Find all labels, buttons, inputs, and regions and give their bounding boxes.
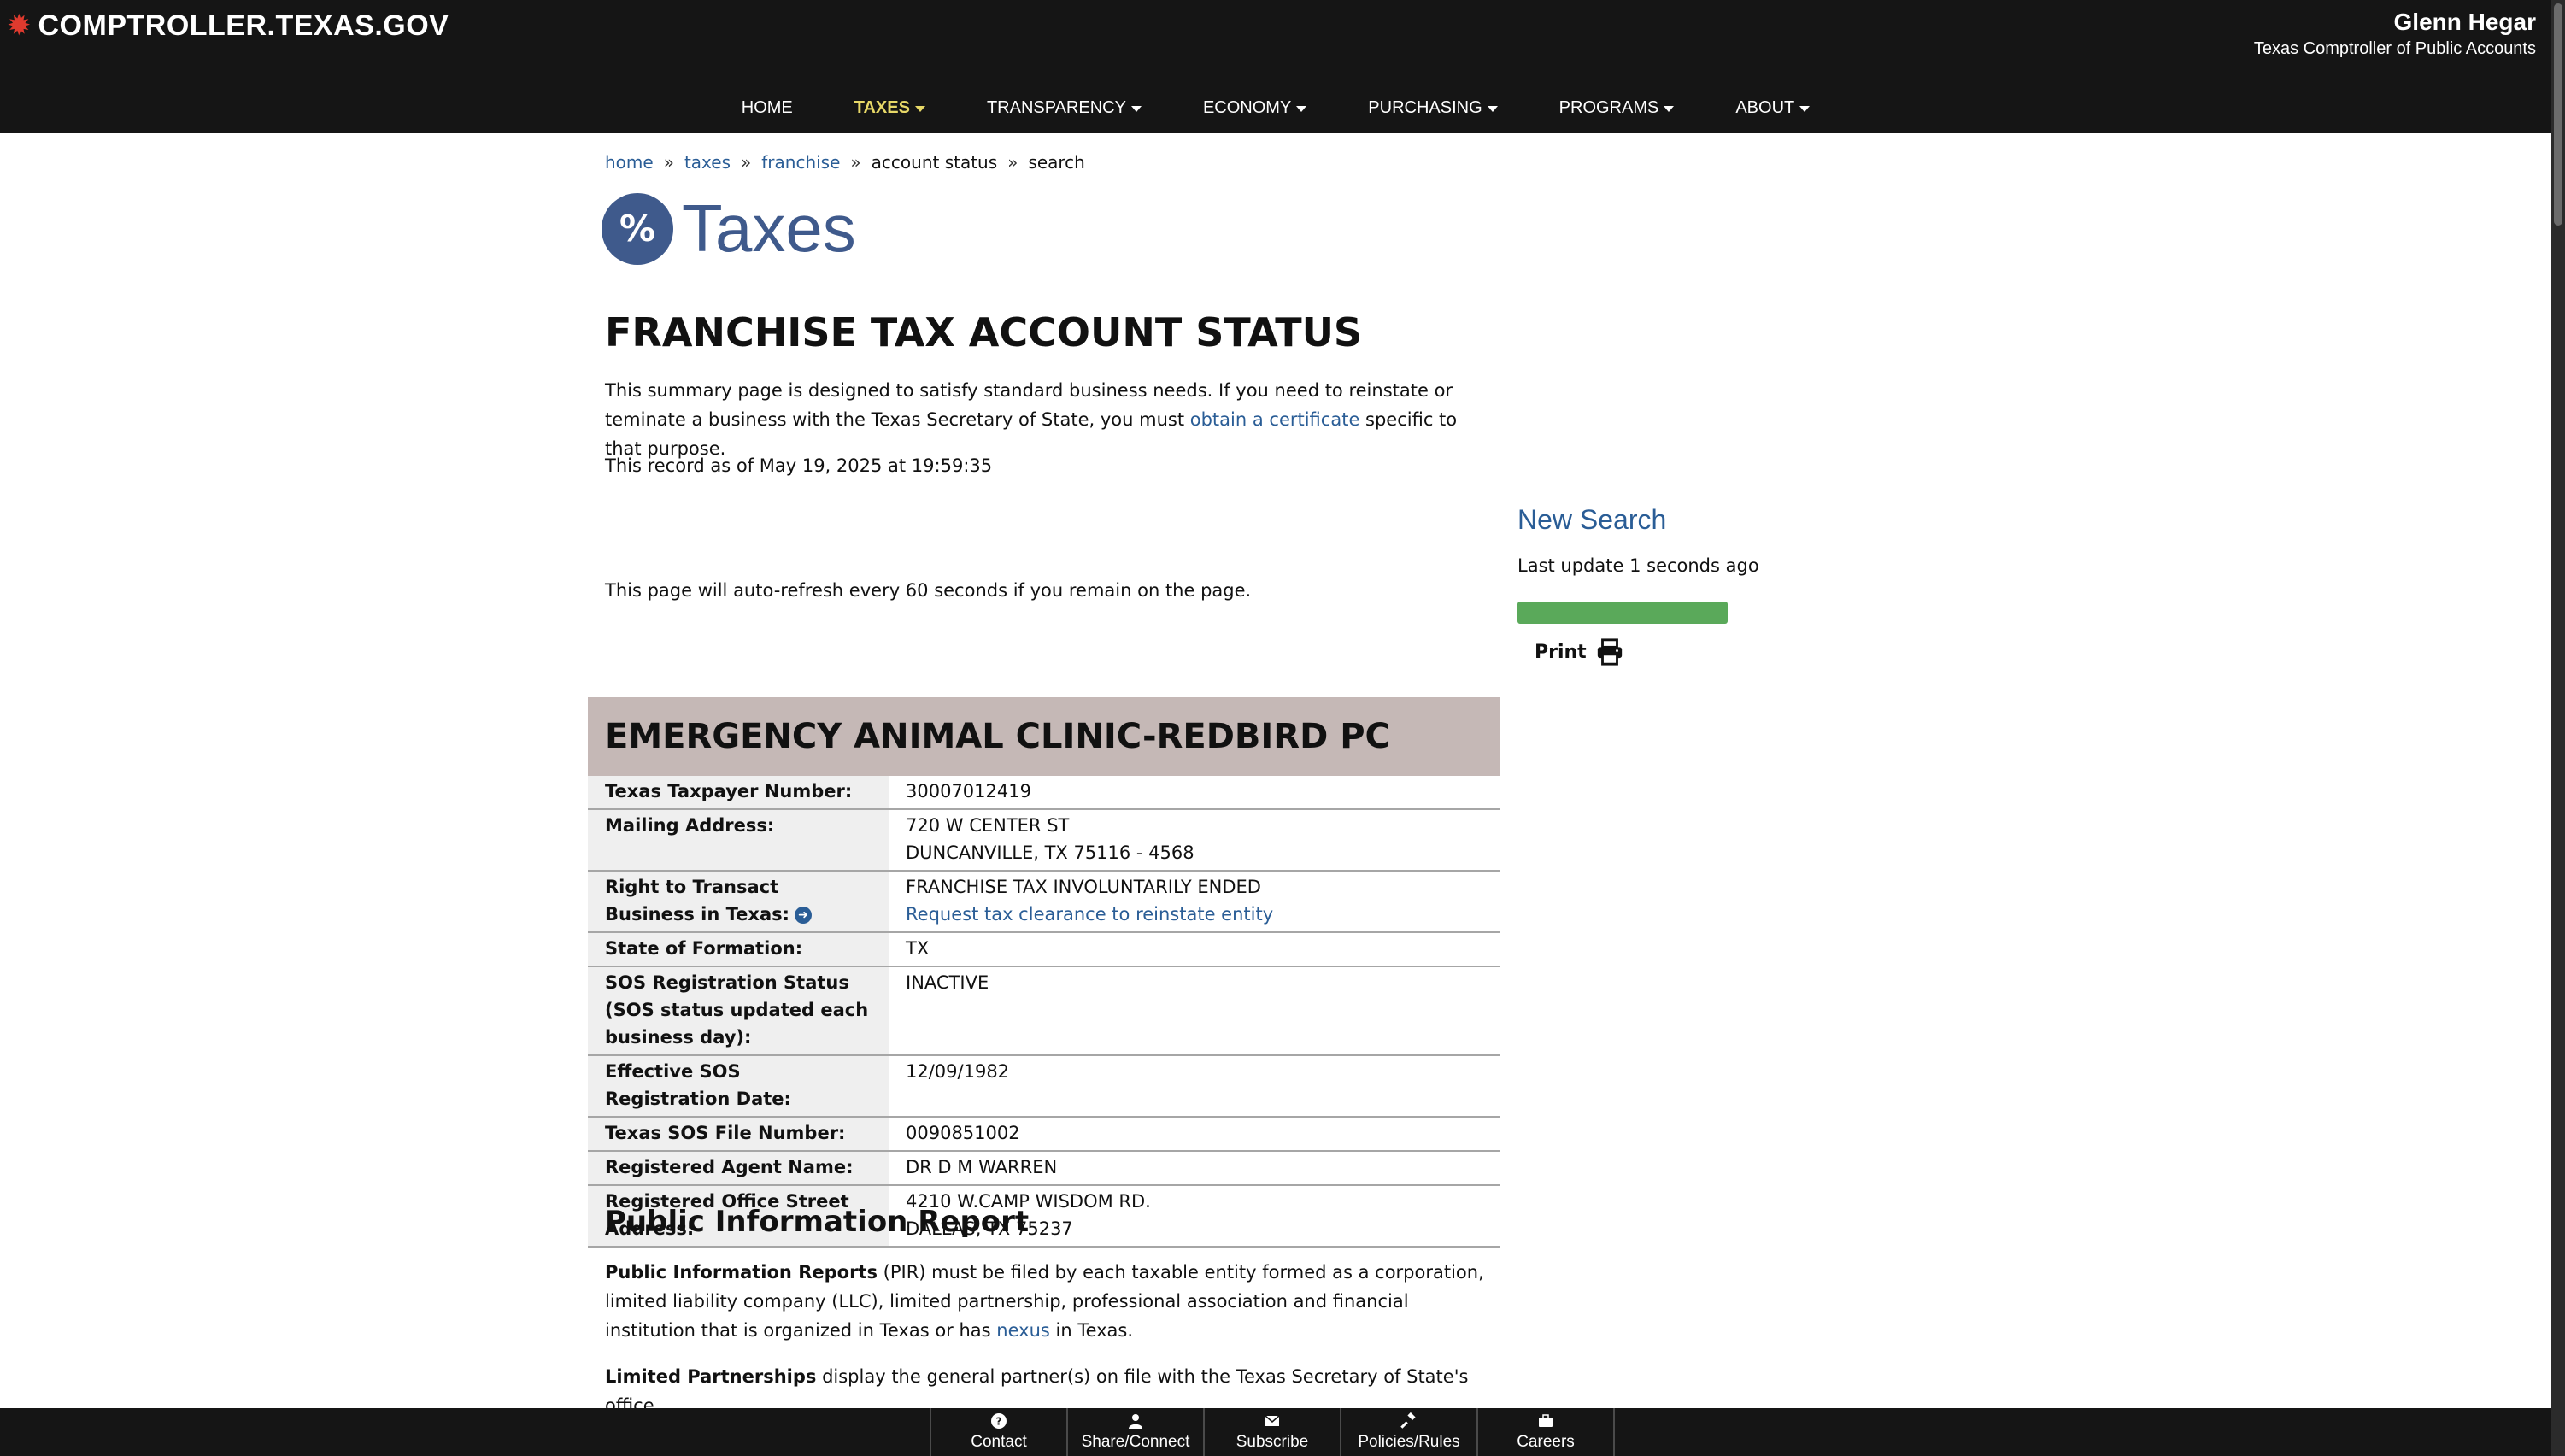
percent-icon: % bbox=[602, 192, 673, 265]
breadcrumb-franchise[interactable]: franchise bbox=[761, 152, 840, 173]
gavel-icon bbox=[1400, 1412, 1416, 1429]
question-circle-icon: ? bbox=[991, 1413, 1007, 1429]
briefcase-icon bbox=[1539, 1414, 1552, 1427]
caret-down-icon bbox=[1130, 105, 1142, 112]
nav-about[interactable]: ABOUT bbox=[1735, 98, 1811, 118]
row-value: TX bbox=[889, 932, 1500, 967]
row-value: DR D M WARREN bbox=[889, 1151, 1500, 1186]
caret-down-icon bbox=[1296, 105, 1307, 112]
official-name: Glenn Hegar bbox=[2393, 9, 2536, 35]
caret-down-icon bbox=[1799, 105, 1811, 112]
row-label: Texas SOS File Number: bbox=[588, 1117, 889, 1152]
footer-links: ? Contact Share/Connect Subscribe Polici… bbox=[930, 1408, 1615, 1456]
breadcrumb-home[interactable]: home bbox=[605, 152, 654, 173]
row-label: State of Formation: bbox=[588, 932, 889, 967]
table-row: Mailing Address: 720 W CENTER ST DUNCANV… bbox=[588, 809, 1500, 872]
user-icon bbox=[1129, 1414, 1142, 1429]
row-value: 720 W CENTER ST DUNCANVILLE, TX 75116 - … bbox=[889, 809, 1500, 872]
arrow-right-circle-icon[interactable]: ➜ bbox=[795, 907, 813, 924]
nexus-link[interactable]: nexus bbox=[996, 1320, 1050, 1341]
entity-name: EMERGENCY ANIMAL CLINIC-REDBIRD PC bbox=[588, 697, 1500, 776]
logo-text: COMPTROLLER.TEXAS.GOV bbox=[38, 9, 449, 42]
footer-policies-rules[interactable]: Policies/Rules bbox=[1340, 1408, 1476, 1456]
request-tax-clearance-link[interactable]: Request tax clearance to reinstate entit… bbox=[906, 904, 1273, 925]
scrollbar-thumb[interactable] bbox=[2554, 3, 2562, 226]
new-search-link[interactable]: New Search bbox=[1517, 504, 1666, 536]
site-header: ✹ COMPTROLLER.TEXAS.GOV Glenn Hegar Texa… bbox=[0, 0, 2551, 133]
caret-down-icon bbox=[1487, 105, 1498, 112]
row-value: 0090851002 bbox=[889, 1117, 1500, 1152]
printer-icon bbox=[1597, 638, 1622, 666]
table-row: Registered Agent Name: DR D M WARREN bbox=[588, 1151, 1500, 1186]
breadcrumb-search: search bbox=[1028, 152, 1085, 173]
site-logo[interactable]: ✹ COMPTROLLER.TEXAS.GOV bbox=[7, 9, 449, 43]
row-value: INACTIVE bbox=[889, 966, 1500, 1056]
page-content: home » taxes » franchise » account statu… bbox=[0, 133, 2551, 1416]
row-value: 30007012419 bbox=[889, 776, 1500, 810]
entity-info-table: Texas Taxpayer Number: 30007012419 Maili… bbox=[588, 776, 1500, 1248]
nav-programs[interactable]: PROGRAMS bbox=[1559, 98, 1675, 118]
section-header: % Taxes bbox=[602, 190, 856, 267]
row-label: Texas Taxpayer Number: bbox=[588, 776, 889, 810]
intro-paragraph: This summary page is designed to satisfy… bbox=[605, 380, 1458, 459]
caret-down-icon bbox=[1664, 105, 1675, 112]
breadcrumb-separator: » bbox=[741, 152, 752, 173]
main-nav: HOME TAXES TRANSPARENCY ECONOMY PURCHASI… bbox=[0, 89, 2551, 126]
entity-details: EMERGENCY ANIMAL CLINIC-REDBIRD PC Texas… bbox=[588, 697, 1500, 1248]
pir-paragraph: Public Information Reports (PIR) must be… bbox=[605, 1262, 1484, 1341]
table-row: Texas SOS File Number: 0090851002 bbox=[588, 1117, 1500, 1152]
breadcrumb-separator: » bbox=[1007, 152, 1018, 173]
footer-careers[interactable]: Careers bbox=[1476, 1408, 1615, 1456]
nav-economy[interactable]: ECONOMY bbox=[1203, 98, 1307, 118]
nav-home[interactable]: HOME bbox=[742, 98, 793, 118]
official-title: Texas Comptroller of Public Accounts bbox=[2253, 39, 2536, 58]
breadcrumb: home » taxes » franchise » account statu… bbox=[605, 152, 1085, 173]
table-row: State of Formation: TX bbox=[588, 932, 1500, 967]
svg-text:?: ? bbox=[996, 1416, 1002, 1428]
official-block: Glenn Hegar Texas Comptroller of Public … bbox=[2254, 9, 2536, 59]
footer-bar: ? Contact Share/Connect Subscribe Polici… bbox=[0, 1408, 2551, 1456]
row-label: Effective SOS Registration Date: bbox=[588, 1055, 889, 1118]
row-value: FRANCHISE TAX INVOLUNTARILY ENDED Reques… bbox=[889, 871, 1500, 933]
caret-down-icon bbox=[914, 105, 925, 112]
star-icon: ✹ bbox=[7, 9, 32, 43]
table-row: SOS Registration Status (SOS status upda… bbox=[588, 966, 1500, 1056]
breadcrumb-taxes[interactable]: taxes bbox=[684, 152, 731, 173]
page-title: FRANCHISE TAX ACCOUNT STATUS bbox=[605, 309, 1363, 355]
refresh-progress-bar bbox=[1517, 602, 1728, 624]
footer-share-connect[interactable]: Share/Connect bbox=[1066, 1408, 1203, 1456]
print-button[interactable]: Print bbox=[1535, 637, 1624, 666]
nav-taxes[interactable]: TAXES bbox=[854, 98, 925, 118]
table-row: Texas Taxpayer Number: 30007012419 bbox=[588, 776, 1500, 810]
pir-heading: Public Information Report bbox=[605, 1205, 1030, 1239]
last-update-text: Last update 1 seconds ago bbox=[1517, 555, 1759, 576]
section-label: Taxes bbox=[682, 191, 856, 266]
row-value: 12/09/1982 bbox=[889, 1055, 1500, 1118]
row-label: Registered Agent Name: bbox=[588, 1151, 889, 1186]
row-label: Right to Transact Business in Texas: ➜ bbox=[588, 871, 889, 933]
refresh-progress-fill bbox=[1517, 602, 1728, 624]
print-label: Print bbox=[1535, 641, 1587, 663]
nav-purchasing[interactable]: PURCHASING bbox=[1368, 98, 1498, 118]
breadcrumb-account-status: account status bbox=[871, 152, 998, 173]
breadcrumb-separator: » bbox=[850, 152, 861, 173]
footer-contact[interactable]: ? Contact bbox=[930, 1408, 1066, 1456]
record-timestamp: This record as of May 19, 2025 at 19:59:… bbox=[605, 455, 993, 476]
breadcrumb-separator: » bbox=[663, 152, 674, 173]
table-row: Effective SOS Registration Date: 12/09/1… bbox=[588, 1055, 1500, 1118]
nav-transparency[interactable]: TRANSPARENCY bbox=[987, 98, 1142, 118]
obtain-certificate-link[interactable]: obtain a certificate bbox=[1190, 409, 1360, 430]
row-label: Mailing Address: bbox=[588, 809, 889, 872]
envelope-icon bbox=[1265, 1415, 1280, 1426]
auto-refresh-note: This page will auto-refresh every 60 sec… bbox=[605, 580, 1252, 601]
row-label: SOS Registration Status (SOS status upda… bbox=[588, 966, 889, 1056]
footer-subscribe[interactable]: Subscribe bbox=[1203, 1408, 1340, 1456]
page-scrollbar[interactable] bbox=[2551, 0, 2565, 1456]
table-row: Right to Transact Business in Texas: ➜ FR… bbox=[588, 871, 1500, 933]
